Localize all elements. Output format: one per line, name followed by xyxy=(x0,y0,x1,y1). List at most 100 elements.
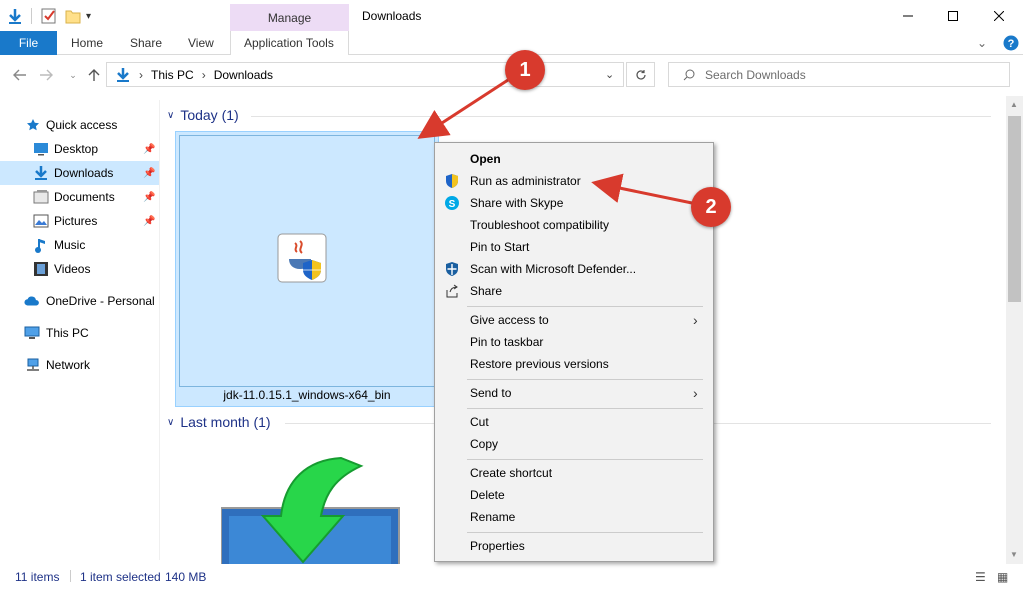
group-label: Last month (1) xyxy=(180,414,271,430)
nav-item-this-pc[interactable]: This PC xyxy=(0,321,159,345)
svg-text:?: ? xyxy=(1008,38,1015,50)
skype-icon: S xyxy=(444,195,460,211)
pin-icon[interactable]: 📌 xyxy=(143,192,155,203)
menu-separator xyxy=(467,459,703,460)
status-bar: 11 items 1 item selected 140 MB ☰ ▦ xyxy=(0,564,1023,589)
up-button[interactable] xyxy=(83,64,105,86)
menu-item-pin-to-taskbar[interactable]: Pin to taskbar xyxy=(435,331,713,353)
downloads-location-icon xyxy=(117,67,129,82)
details-view-icon[interactable]: ☰ xyxy=(975,570,986,584)
menu-label: Rename xyxy=(470,510,516,524)
nav-item-pictures[interactable]: Pictures 📌 xyxy=(0,209,159,233)
chevron-down-icon: ∨ xyxy=(167,109,175,121)
menu-label: Pin to Start xyxy=(470,240,530,254)
desktop-icon xyxy=(33,141,49,157)
nav-item-downloads[interactable]: Downloads 📌 xyxy=(0,161,159,185)
tab-file[interactable]: File xyxy=(0,31,57,55)
cloud-icon xyxy=(24,293,40,309)
file-tile[interactable] xyxy=(220,452,401,564)
nav-item-quick-access[interactable]: Quick access xyxy=(0,113,159,137)
menu-item-share-with-skype[interactable]: S Share with Skype xyxy=(435,192,713,214)
forward-button[interactable] xyxy=(35,64,57,86)
menu-item-delete[interactable]: Delete xyxy=(435,484,713,506)
menu-item-send-to[interactable]: Send to › xyxy=(435,382,713,404)
menu-label: Run as administrator xyxy=(470,174,581,188)
large-icons-view-icon[interactable]: ▦ xyxy=(997,570,1008,584)
menu-separator xyxy=(467,306,703,307)
menu-item-troubleshoot-compatibility[interactable]: Troubleshoot compatibility xyxy=(435,214,713,236)
nav-item-onedrive[interactable]: OneDrive - Personal xyxy=(0,289,159,313)
refresh-button[interactable] xyxy=(626,62,655,87)
minimize-button[interactable] xyxy=(885,0,931,31)
menu-label: Create shortcut xyxy=(470,466,553,480)
close-button[interactable] xyxy=(976,0,1022,31)
help-button[interactable]: ? xyxy=(1003,31,1019,55)
menu-item-copy[interactable]: Copy xyxy=(435,433,713,455)
group-header-last-month[interactable]: ∨ Last month (1) xyxy=(167,414,271,430)
group-divider xyxy=(251,116,991,117)
menu-label: Restore previous versions xyxy=(470,357,609,371)
tab-share[interactable]: Share xyxy=(130,31,162,55)
menu-item-share[interactable]: Share xyxy=(435,280,713,302)
selected-file-name: jdk-11.0.15.1_windows-x64_bin xyxy=(223,388,391,402)
menu-label: Give access to xyxy=(470,313,549,327)
menu-item-create-shortcut[interactable]: Create shortcut xyxy=(435,462,713,484)
nav-item-music[interactable]: Music xyxy=(0,233,159,257)
back-button[interactable] xyxy=(9,64,31,86)
defender-icon xyxy=(444,261,460,277)
menu-label: Pin to taskbar xyxy=(470,335,544,349)
menu-item-give-access-to[interactable]: Give access to › xyxy=(435,309,713,331)
music-icon xyxy=(33,237,49,253)
pin-icon[interactable]: 📌 xyxy=(143,168,155,179)
maximize-button[interactable] xyxy=(930,0,976,31)
pin-icon[interactable]: 📌 xyxy=(143,144,155,155)
menu-item-rename[interactable]: Rename xyxy=(435,506,713,528)
up-arrow-icon xyxy=(88,69,100,81)
menu-item-run-as-administrator[interactable]: Run as administrator xyxy=(435,170,713,192)
download-arrow-icon[interactable] xyxy=(6,7,24,25)
scrollbar-thumb[interactable] xyxy=(1008,116,1021,302)
star-icon xyxy=(25,117,41,133)
tab-application-tools[interactable]: Application Tools xyxy=(244,31,334,55)
menu-separator xyxy=(467,408,703,409)
new-folder-qa-button[interactable] xyxy=(64,6,82,26)
nav-label: OneDrive - Personal xyxy=(46,294,155,308)
nav-item-desktop[interactable]: Desktop 📌 xyxy=(0,137,159,161)
selected-file-tile[interactable] xyxy=(175,131,439,407)
expand-ribbon-icon[interactable]: ⌄ xyxy=(977,31,987,55)
pin-icon[interactable]: 📌 xyxy=(143,216,155,227)
properties-qa-button[interactable] xyxy=(40,6,58,26)
nav-item-documents[interactable]: Documents 📌 xyxy=(0,185,159,209)
address-bar[interactable]: › This PC › Downloads ⌄ xyxy=(106,62,624,87)
menu-item-restore-previous-versions[interactable]: Restore previous versions xyxy=(435,353,713,375)
menu-item-pin-to-start[interactable]: Pin to Start xyxy=(435,236,713,258)
chevron-down-icon: ∨ xyxy=(167,416,175,428)
item-count: 11 items xyxy=(15,569,60,584)
group-header-today[interactable]: ∨ Today (1) xyxy=(167,107,239,123)
menu-item-properties[interactable]: Properties xyxy=(435,535,713,557)
nav-item-network[interactable]: Network xyxy=(0,353,159,377)
submenu-arrow-icon: › xyxy=(693,385,698,401)
status-divider xyxy=(70,570,71,582)
manage-tab-group[interactable]: Manage xyxy=(230,4,349,31)
qa-dropdown-icon[interactable]: ▾ xyxy=(86,6,91,26)
menu-label: Troubleshoot compatibility xyxy=(470,218,609,232)
recent-locations-icon[interactable]: ⌄ xyxy=(62,64,84,86)
help-icon: ? xyxy=(1003,35,1019,51)
tab-home[interactable]: Home xyxy=(71,31,103,55)
tab-view[interactable]: View xyxy=(188,31,214,55)
address-dropdown-icon[interactable]: ⌄ xyxy=(605,68,614,81)
breadcrumb-this-pc[interactable]: This PC xyxy=(151,68,194,82)
nav-item-videos[interactable]: Videos xyxy=(0,257,159,281)
menu-item-scan-with-defender[interactable]: Scan with Microsoft Defender... xyxy=(435,258,713,280)
back-arrow-icon xyxy=(13,69,26,81)
menu-separator xyxy=(467,532,703,533)
scroll-up-icon[interactable]: ▲ xyxy=(1010,100,1018,109)
menu-item-open[interactable]: Open xyxy=(435,148,713,170)
search-input[interactable]: Search Downloads xyxy=(668,62,1010,87)
menu-item-cut[interactable]: Cut xyxy=(435,411,713,433)
menu-label: Share xyxy=(470,284,503,298)
scroll-down-icon[interactable]: ▼ xyxy=(1010,550,1018,559)
breadcrumb-downloads[interactable]: Downloads xyxy=(214,68,273,82)
uac-shield-icon xyxy=(444,173,460,189)
